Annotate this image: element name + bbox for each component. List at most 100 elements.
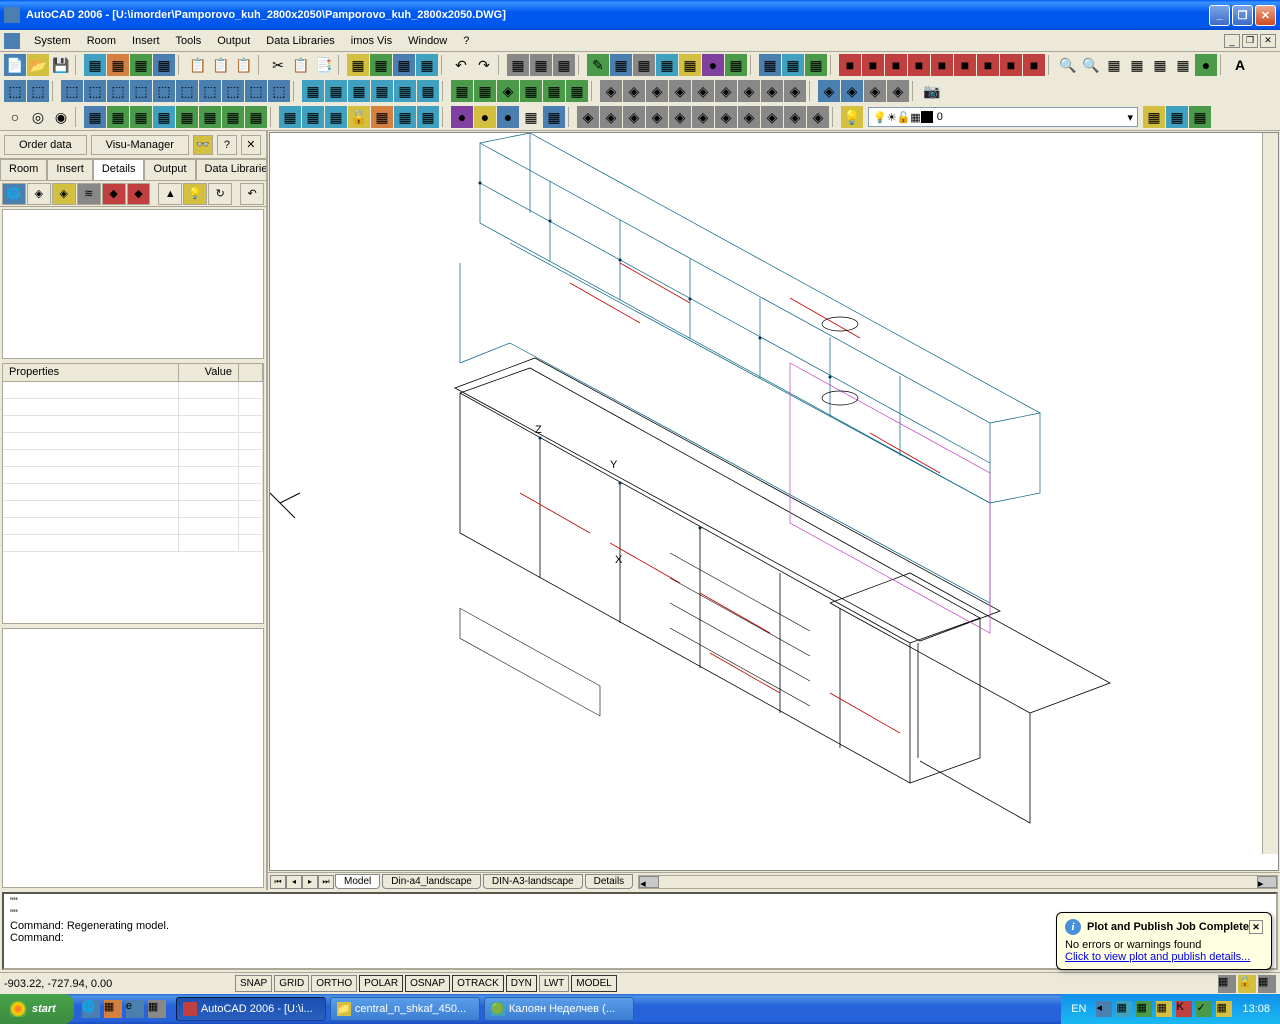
tool-icon[interactable]: ▦ bbox=[416, 54, 438, 76]
tool-icon[interactable]: ■ bbox=[931, 54, 953, 76]
tool-icon[interactable]: ▦ bbox=[530, 54, 552, 76]
tool-icon[interactable]: ◈ bbox=[715, 106, 737, 128]
tool-icon[interactable]: ▦ bbox=[107, 106, 129, 128]
tool-icon[interactable]: ⬚ bbox=[268, 80, 290, 102]
tool-icon[interactable]: ▦ bbox=[1126, 54, 1148, 76]
tool-zoom-icon[interactable]: 🔍 bbox=[1057, 54, 1079, 76]
toggle-polar[interactable]: POLAR bbox=[359, 975, 403, 992]
tool-open-icon[interactable]: 📂 bbox=[27, 54, 49, 76]
tab-din-a3[interactable]: DIN-A3-landscape bbox=[483, 874, 583, 889]
tool-icon[interactable]: ▦ bbox=[394, 80, 416, 102]
tool-icon[interactable]: 📑 bbox=[313, 54, 335, 76]
tool-icon[interactable]: ▦ bbox=[566, 80, 588, 102]
tool-icon[interactable]: ▦ bbox=[84, 54, 106, 76]
toggle-model[interactable]: MODEL bbox=[571, 975, 617, 992]
tool-icon[interactable]: ⬚ bbox=[199, 80, 221, 102]
mdi-minimize-button[interactable]: _ bbox=[1224, 34, 1240, 48]
tool-icon[interactable]: ▦ bbox=[1189, 106, 1211, 128]
tool-icon[interactable]: ▦ bbox=[520, 80, 542, 102]
tab-data-libraries[interactable]: Data Libraries bbox=[196, 159, 266, 180]
tool-icon[interactable]: ▦ bbox=[153, 54, 175, 76]
status-icon[interactable]: ▦ bbox=[1218, 975, 1236, 993]
tool-icon[interactable]: ▦ bbox=[371, 80, 393, 102]
tool-icon[interactable]: ▦ bbox=[633, 54, 655, 76]
menu-system[interactable]: System bbox=[26, 33, 79, 49]
tool-icon[interactable]: ⬚ bbox=[176, 80, 198, 102]
props-header-extra[interactable] bbox=[239, 364, 263, 381]
tool-new-icon[interactable]: 📄 bbox=[4, 54, 26, 76]
tool-icon[interactable]: ▦ bbox=[370, 54, 392, 76]
tool-icon[interactable]: ▦ bbox=[679, 54, 701, 76]
tool-icon[interactable]: ⬚ bbox=[84, 80, 106, 102]
balloon-link[interactable]: Click to view plot and publish details..… bbox=[1065, 951, 1263, 963]
toggle-snap[interactable]: SNAP bbox=[235, 975, 272, 992]
task-autocad[interactable]: AutoCAD 2006 - [U:\i... bbox=[176, 997, 326, 1021]
tool-icon[interactable]: ◈ bbox=[577, 106, 599, 128]
start-button[interactable]: start bbox=[0, 994, 74, 1024]
menu-data-libraries[interactable]: Data Libraries bbox=[258, 33, 342, 49]
tool-icon[interactable]: ⬚ bbox=[153, 80, 175, 102]
layer-dropdown[interactable]: 💡☀🔓▦ 0 ▾ bbox=[868, 107, 1138, 127]
vertical-scrollbar[interactable] bbox=[1262, 133, 1278, 854]
tool-icon[interactable]: ✎ bbox=[587, 54, 609, 76]
tool-icon[interactable]: ◈ bbox=[864, 80, 886, 102]
tool-icon[interactable]: ▦ bbox=[417, 80, 439, 102]
menu-window[interactable]: Window bbox=[400, 33, 455, 49]
lp-tool-icon[interactable]: ≋ bbox=[77, 183, 101, 205]
tool-icon[interactable]: ○ bbox=[4, 106, 26, 128]
tool-icon[interactable]: ▦ bbox=[130, 106, 152, 128]
tool-icon[interactable]: ▦ bbox=[805, 54, 827, 76]
tray-icon[interactable]: ▦ bbox=[1136, 1001, 1152, 1017]
clock[interactable]: 13:08 bbox=[1242, 1003, 1270, 1015]
tool-icon[interactable]: ◈ bbox=[600, 106, 622, 128]
toggle-grid[interactable]: GRID bbox=[274, 975, 309, 992]
tool-icon[interactable]: ⬚ bbox=[245, 80, 267, 102]
menu-app-icon[interactable] bbox=[4, 33, 20, 49]
tool-icon[interactable]: ◈ bbox=[623, 106, 645, 128]
tab-details[interactable]: Details bbox=[93, 159, 145, 180]
tool-icon[interactable]: ▦ bbox=[474, 80, 496, 102]
tray-icon[interactable]: K bbox=[1176, 1001, 1192, 1017]
left-panel-bottom[interactable] bbox=[2, 628, 264, 889]
tool-icon[interactable]: ▦ bbox=[1143, 106, 1165, 128]
glasses-icon[interactable]: 👓 bbox=[193, 135, 213, 155]
tool-icon[interactable]: ▦ bbox=[1172, 54, 1194, 76]
tool-icon[interactable]: ▦ bbox=[222, 106, 244, 128]
tool-icon[interactable]: ◈ bbox=[761, 106, 783, 128]
toggle-osnap[interactable]: OSNAP bbox=[405, 975, 450, 992]
tab-nav-prev[interactable]: ◂ bbox=[286, 875, 302, 889]
tool-icon[interactable]: ▦ bbox=[371, 106, 393, 128]
tool-icon[interactable]: ↶ bbox=[450, 54, 472, 76]
tool-icon[interactable]: ⬚ bbox=[222, 80, 244, 102]
tool-icon[interactable]: ◈ bbox=[784, 106, 806, 128]
tab-insert[interactable]: Insert bbox=[47, 159, 93, 180]
tool-icon[interactable]: ▦ bbox=[394, 106, 416, 128]
scroll-left-button[interactable]: ◂ bbox=[639, 876, 659, 888]
tool-icon[interactable]: ▦ bbox=[656, 54, 678, 76]
tool-icon[interactable]: ▦ bbox=[279, 106, 301, 128]
mdi-close-button[interactable]: ✕ bbox=[1260, 34, 1276, 48]
visu-manager-button[interactable]: Visu-Manager bbox=[91, 135, 189, 155]
lp-tool-icon[interactable]: ◆ bbox=[102, 183, 126, 205]
tool-icon[interactable]: ◈ bbox=[600, 80, 622, 102]
lp-tool-up-icon[interactable]: ▲ bbox=[158, 183, 182, 205]
tool-icon[interactable]: ◈ bbox=[807, 106, 829, 128]
tab-nav-next[interactable]: ▸ bbox=[302, 875, 318, 889]
tool-icon[interactable]: ■ bbox=[839, 54, 861, 76]
tray-icon[interactable]: ✓ bbox=[1196, 1001, 1212, 1017]
menu-room[interactable]: Room bbox=[79, 33, 124, 49]
tool-icon[interactable]: ▦ bbox=[543, 106, 565, 128]
props-header-value[interactable]: Value bbox=[179, 364, 239, 381]
tool-icon[interactable]: ▦ bbox=[759, 54, 781, 76]
tab-din-a4[interactable]: Din-a4_landscape bbox=[382, 874, 481, 889]
quick-launch-icon[interactable]: ▦ bbox=[104, 1000, 122, 1018]
tool-icon[interactable]: ◈ bbox=[646, 80, 668, 102]
tool-icon[interactable]: ■ bbox=[1000, 54, 1022, 76]
tab-details[interactable]: Details bbox=[585, 874, 634, 889]
tool-icon[interactable]: ▦ bbox=[348, 80, 370, 102]
close-button[interactable]: ✕ bbox=[1255, 5, 1276, 26]
tab-nav-first[interactable]: ⏮ bbox=[270, 875, 286, 889]
tool-icon[interactable]: ↷ bbox=[473, 54, 495, 76]
lp-tool-bulb-icon[interactable]: 💡 bbox=[183, 183, 207, 205]
tool-icon[interactable]: ◈ bbox=[623, 80, 645, 102]
